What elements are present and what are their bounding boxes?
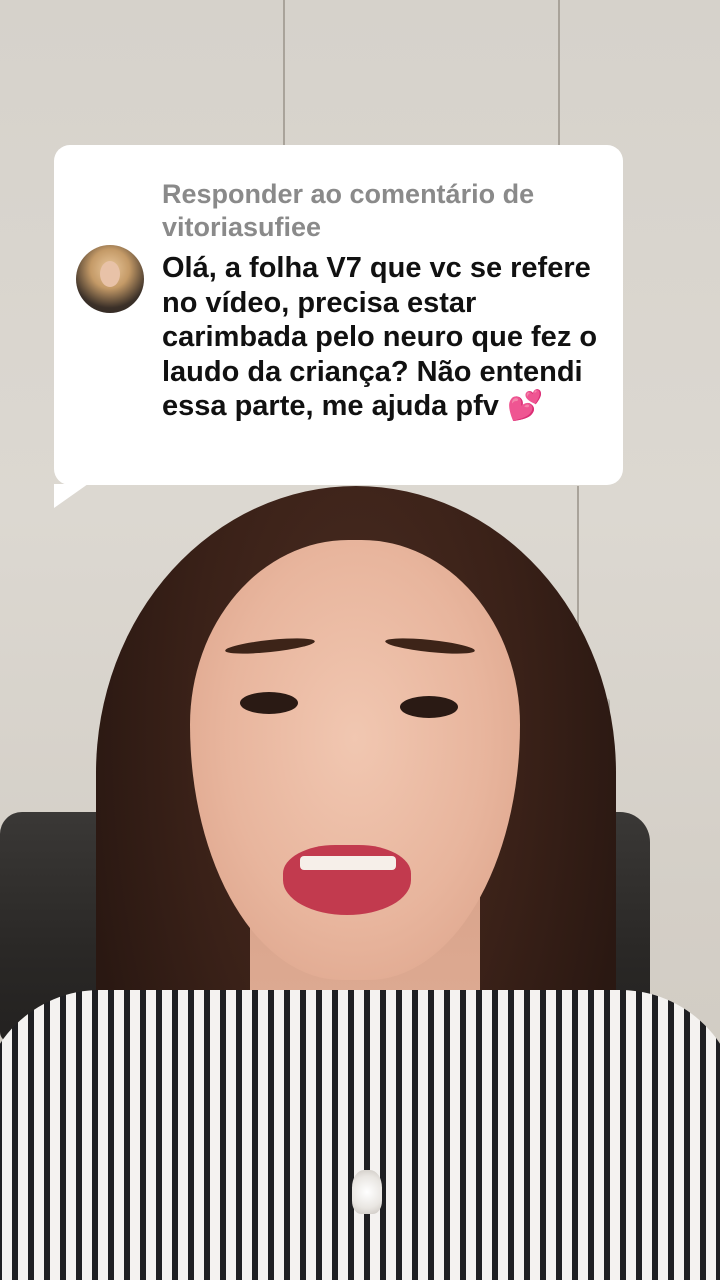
reply-comment-bubble[interactable]: Responder ao comentário de vitoriasufiee… (54, 145, 623, 485)
reply-to-comment-label: Responder ao comentário de vitoriasufiee (162, 179, 535, 242)
cabinet-seam (283, 0, 285, 145)
striped-shirt (0, 990, 720, 1280)
commenter-avatar[interactable] (76, 245, 144, 313)
eye (240, 692, 298, 714)
two-hearts-icon: 💕 (506, 390, 544, 422)
angel-pendant (352, 1170, 382, 1214)
cabinet-seam (558, 0, 560, 145)
bubble-tail (54, 484, 88, 508)
teeth (300, 856, 396, 870)
comment-text: Olá, a folha V7 que vc se refere no víde… (162, 251, 607, 424)
eye (400, 696, 458, 718)
